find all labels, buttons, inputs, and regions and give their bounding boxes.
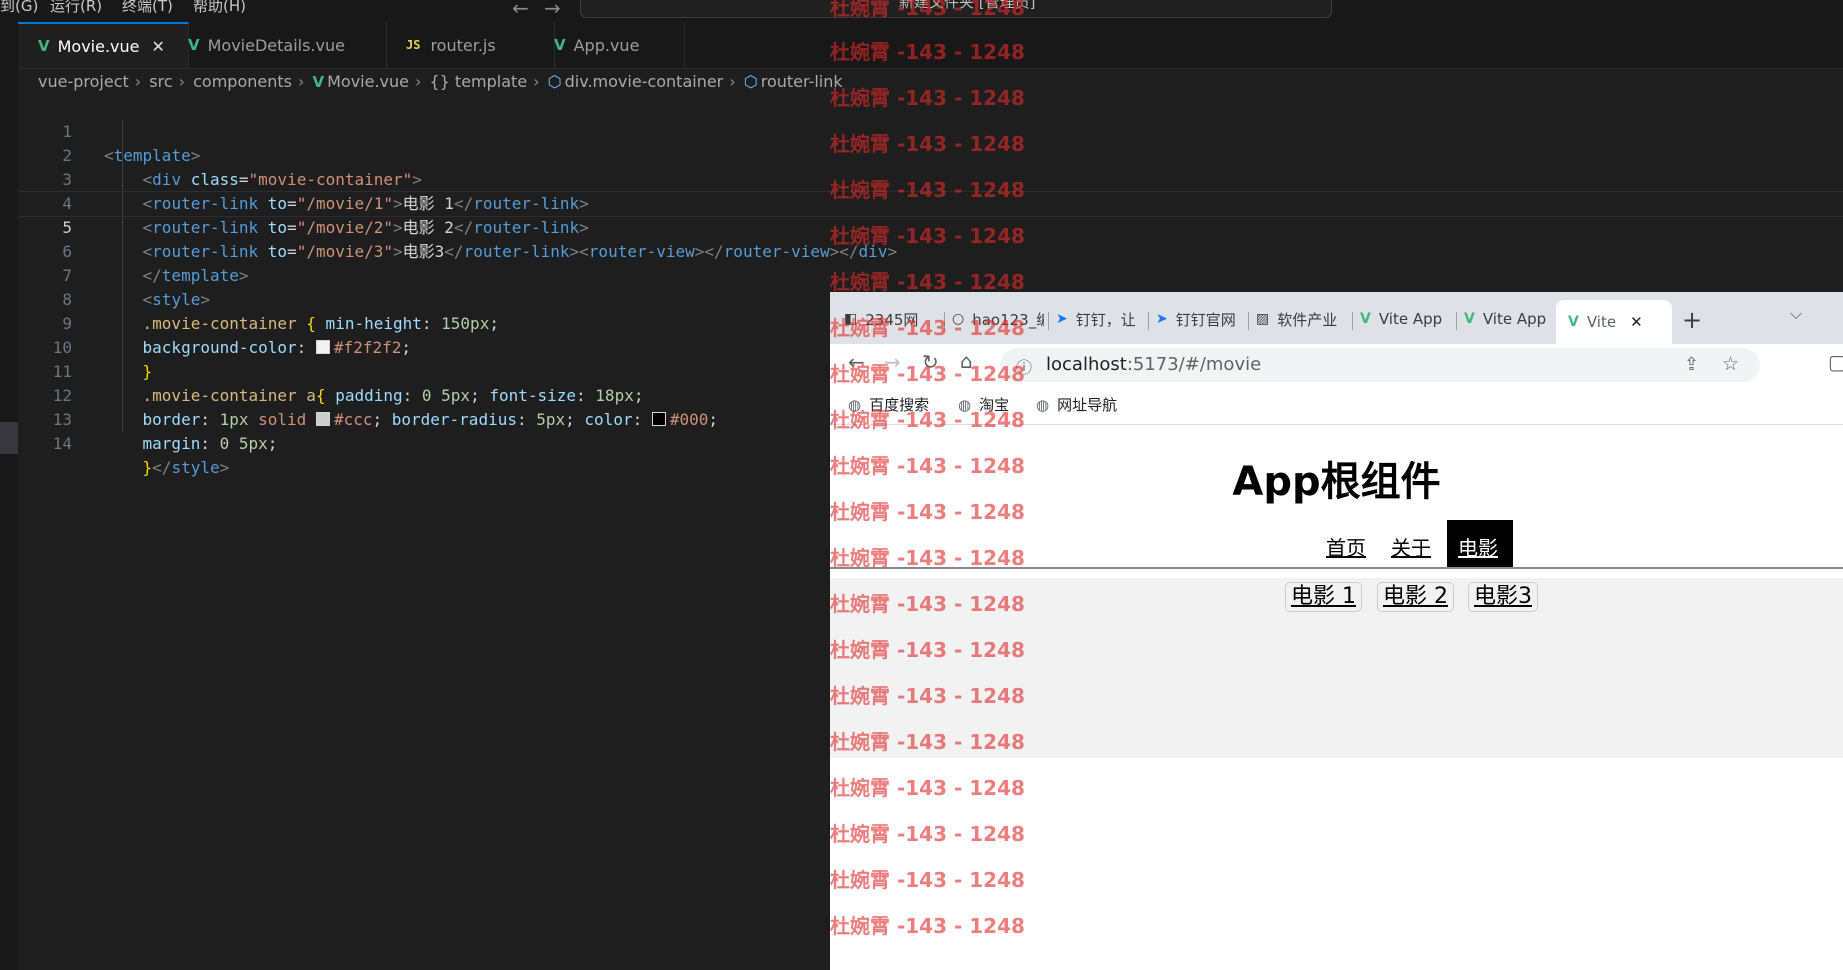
nav-link-home[interactable]: 首页 [1326,532,1366,561]
tab-label: Movie.vue [57,36,140,56]
globe-icon: ◍ [1036,396,1050,414]
activity-bar-active-indicator [0,422,18,454]
vue-icon: V [1360,311,1371,327]
menu-run[interactable]: 运行(R) [50,0,102,14]
breadcrumb: vue-project › src › components › V Movie.vue… [38,72,843,91]
arrow-left-icon[interactable]: ← [512,0,529,20]
watermark-text: 杜婉霄 -143 - 1248 [830,316,1025,340]
extension-icon[interactable]: ▢ [1828,350,1843,374]
code-line-12: 12 border: 1px solid #ccc; border-radius… [18,360,838,429]
watermark-text: 杜婉霄 -143 - 1248 [830,914,1025,938]
browser-tab[interactable]: V Vite App [1464,302,1556,336]
tab-search-button[interactable]: ⌵ [1790,304,1802,324]
nav-link-movie-active[interactable]: 电影 [1447,520,1513,568]
watermark-text: 杜婉霄 -143 - 1248 [830,546,1025,570]
image-icon: ▨ [1256,311,1270,327]
watermark-text: 杜婉霄 -143 - 1248 [830,408,1025,432]
close-icon[interactable]: ✕ [152,37,165,56]
code-line-14: 14 }</style> [18,408,838,477]
tab-label: App.vue [573,35,640,55]
breadcrumb-item[interactable]: div.movie-container [565,72,724,91]
watermark-text: 杜婉霄 -143 - 1248 [830,684,1025,708]
code-line-8: 8 .movie-container { min-height: 150px; [18,264,838,333]
line-number: 14 [52,434,72,453]
breadcrumb-item[interactable]: src [149,72,172,91]
code-line-9: 9 background-color: #f2f2f2; [18,288,838,357]
url-host: localhost [1046,354,1127,375]
watermark-text: 杜婉霄 -143 - 1248 [830,730,1025,754]
code-line-2: 2 <div class="movie-container"> [18,120,838,189]
breadcrumb-item[interactable]: vue-project [38,72,129,91]
vue-icon: V [312,73,325,91]
new-tab-button[interactable]: + [1682,306,1702,334]
arrow-right-icon[interactable]: → [544,0,561,20]
watermark-text: 杜婉霄 -143 - 1248 [830,132,1025,156]
dingtalk-icon: ➤ [1156,311,1168,327]
watermark-text: 杜婉霄 -143 - 1248 [830,178,1025,202]
tab-router-js[interactable]: JS router.js [386,22,555,68]
vue-icon: V [1568,314,1579,330]
browser-tab[interactable]: ➤ 钉钉，让 [1056,302,1144,336]
breadcrumb-item[interactable]: components [193,72,292,91]
code-line-3: 3 <router-link to="/movie/1">电影 1</route… [18,144,838,213]
watermark-text: 杜婉霄 -143 - 1248 [830,500,1025,524]
cube-icon: ⬡ [743,72,758,91]
movie-link-1[interactable]: 电影 1 [1285,582,1362,612]
code-line-10: 10 } [18,312,838,381]
watermark-text: 杜婉霄 -143 - 1248 [830,822,1025,846]
code-line-7: 7 <style> [18,240,838,309]
menu-help[interactable]: 帮助(H) [193,0,246,14]
menu-go[interactable]: 到(G) [0,0,38,14]
activity-bar [0,22,18,970]
code-line-1: 1 <template> [18,96,838,165]
dingtalk-icon: ➤ [1056,311,1068,327]
watermark-text: 杜婉霄 -143 - 1248 [830,224,1025,248]
code-line-11: 11 .movie-container a{ padding: 0 5px; f… [18,336,838,405]
browser-tab-active[interactable]: V Vite ✕ [1556,300,1672,344]
vue-icon: V [38,37,50,55]
watermark-text: 杜婉霄 -143 - 1248 [830,86,1025,110]
breadcrumb-item[interactable]: Movie.vue [327,72,409,91]
movie-link-3[interactable]: 电影3 [1468,582,1538,612]
close-icon[interactable]: ✕ [1630,313,1643,331]
watermark-text: 杜婉霄 -143 - 1248 [830,776,1025,800]
tab-label: MovieDetails.vue [207,35,345,55]
watermark-text: 杜婉霄 -143 - 1248 [830,0,1025,20]
browser-tab[interactable]: ➤ 钉钉官网 [1156,302,1244,336]
share-icon[interactable]: ⇪ [1684,354,1699,375]
browser-tab[interactable]: ▨ 软件产业 [1256,302,1348,336]
breadcrumb-item[interactable]: {} template [429,72,527,91]
vue-icon: V [188,36,200,54]
watermark-text: 杜婉霄 -143 - 1248 [830,638,1025,662]
star-icon[interactable]: ☆ [1722,353,1739,375]
browser-tab[interactable]: V Vite App [1360,302,1452,336]
url-path: :5173/#/movie [1126,354,1262,375]
tab-label: router.js [430,35,496,55]
watermark-text: 杜婉霄 -143 - 1248 [830,362,1025,386]
watermark-text: 杜婉霄 -143 - 1248 [830,592,1025,616]
watermark-text: 杜婉霄 -143 - 1248 [830,270,1025,294]
bookmark-item[interactable]: ◍ 网址导航 [1036,394,1117,415]
vue-icon: V [1464,311,1475,327]
watermark-text: 杜婉霄 -143 - 1248 [830,40,1025,64]
movie-link-2[interactable]: 电影 2 [1377,582,1454,612]
watermark-text: 杜婉霄 -143 - 1248 [830,454,1025,478]
cube-icon: ⬡ [547,72,562,91]
nav-link-about[interactable]: 关于 [1391,532,1431,561]
code-line-4: 4 <router-link to="/movie/2">电影 2</route… [18,168,838,237]
tab-app-vue[interactable]: V App.vue [534,22,685,68]
code-line-13: 13 margin: 0 5px; [18,384,838,453]
address-bar[interactable]: ⓘ localhost:5173/#/movie ⇪ ☆ [1000,348,1760,382]
watermark-text: 杜婉霄 -143 - 1248 [830,868,1025,892]
code-line-6: 6 </template> [18,216,838,285]
js-icon: JS [406,38,421,52]
menu-terminal[interactable]: 终端(T) [122,0,173,14]
tab-movie-vue[interactable]: V Movie.vue ✕ [18,22,189,68]
vue-icon: V [554,36,566,54]
tab-moviedetails-vue[interactable]: V MovieDetails.vue [168,22,387,68]
